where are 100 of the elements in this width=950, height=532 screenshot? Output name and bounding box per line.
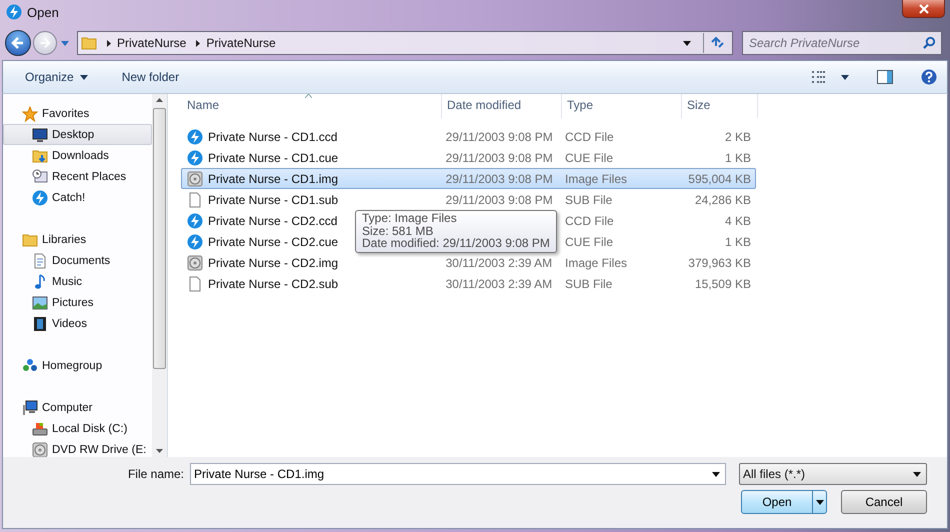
hard-disk-icon (32, 420, 48, 436)
file-type-dropdown[interactable]: All files (*.*) (739, 463, 927, 485)
file-type: Image Files (564, 256, 628, 270)
dropdown-arrow-icon[interactable] (712, 472, 720, 477)
dropdown-arrow-icon[interactable] (683, 40, 691, 46)
file-name-field[interactable]: Private Nurse - CD1.img (190, 463, 726, 485)
sidebar-item[interactable]: Libraries (3, 229, 152, 250)
address-bar[interactable]: PrivateNurse PrivateNurse (77, 31, 733, 55)
back-arrow-icon (10, 35, 26, 51)
sidebar-item[interactable]: Documents (3, 250, 152, 271)
lightning-icon (187, 128, 203, 144)
date-modified: 29/11/2003 9:08 PM (446, 192, 553, 206)
sidebar-item[interactable]: Computer (3, 397, 152, 418)
cancel-button[interactable]: Cancel (841, 490, 927, 514)
search-icon (923, 36, 936, 49)
file-name: Private Nurse - CD2.img (208, 256, 338, 270)
star-icon (22, 106, 38, 122)
help-icon[interactable] (921, 69, 937, 85)
file-type: SUB File (564, 276, 612, 290)
selected-file-row[interactable]: Private Nurse - CD1.img 29/11/2003 9:08 PM Image Files 595,004 KB (181, 168, 756, 189)
file-type: CCD File (564, 130, 614, 144)
window-title: Open (27, 4, 59, 20)
picture-icon (32, 294, 48, 310)
folder-icon (32, 148, 48, 164)
tooltip-line: Date modified: 29/11/2003 9:08 PM (362, 237, 550, 250)
breadcrumb-arrow-icon (107, 40, 111, 46)
sidebar-item[interactable]: Videos (3, 313, 152, 334)
document-icon (187, 276, 203, 292)
column-header[interactable]: Date modified (442, 94, 562, 118)
sidebar-item[interactable]: Music (3, 271, 152, 292)
file-size: 595,004 KB (688, 172, 751, 186)
breadcrumb[interactable]: PrivateNurse (206, 36, 276, 50)
file-size: 24,286 KB (694, 192, 751, 206)
file-type: SUB File (564, 192, 612, 206)
sidebar-item[interactable]: Pictures (3, 292, 152, 313)
caret-icon (80, 74, 88, 80)
file-type: CUE File (564, 150, 613, 164)
lightning-icon (187, 150, 203, 166)
disc-icon (187, 254, 203, 270)
lightning-icon (187, 234, 203, 250)
file-name: Private Nurse - CD2.ccd (208, 214, 338, 228)
close-button[interactable] (902, 0, 945, 18)
file-name: Private Nurse - CD1.cue (208, 150, 338, 164)
sidebar-item[interactable]: Homegroup (3, 355, 152, 376)
file-type: CCD File (564, 214, 614, 228)
sidebar-item[interactable]: Local Disk (C:) (3, 418, 152, 439)
sidebar-item[interactable]: Recent Places (3, 166, 152, 187)
back-button[interactable] (5, 30, 31, 56)
scrollbar[interactable] (152, 94, 167, 457)
monitor-icon (32, 126, 48, 142)
sidebar-item[interactable]: Downloads (3, 145, 152, 166)
file-name-label: File name: (128, 467, 184, 481)
dropdown-arrow-icon[interactable] (841, 74, 849, 80)
file-size: 4 KB (724, 214, 751, 228)
date-modified: 30/11/2003 2:39 AM (446, 256, 552, 270)
search-field[interactable]: Search PrivateNurse (742, 31, 942, 55)
folder-icon (22, 232, 38, 248)
scroll-down-arrow-icon[interactable] (156, 449, 163, 453)
sidebar-item[interactable]: DVD RW Drive (E: (3, 439, 152, 457)
music-note-icon (32, 274, 48, 290)
computer-icon (22, 400, 38, 416)
close-icon (918, 4, 928, 14)
lightning-icon (187, 212, 203, 228)
document-icon (187, 192, 203, 208)
date-modified: 29/11/2003 9:08 PM (446, 130, 553, 144)
scroll-up-arrow-icon[interactable] (156, 98, 163, 102)
file-size: 1 KB (724, 234, 751, 248)
file-name: Private Nurse - CD1.img (208, 172, 338, 186)
file-type: Image Files (564, 172, 628, 186)
tooltip-line: Size: 581 MB (362, 224, 434, 237)
film-icon (32, 316, 48, 332)
file-name: Private Nurse - CD1.ccd (208, 130, 338, 144)
file-name: Private Nurse - CD1.sub (208, 192, 338, 206)
column-header[interactable]: Type (562, 94, 682, 118)
open-button[interactable]: Open (741, 490, 827, 514)
view-list-icon[interactable] (811, 70, 827, 84)
disc-icon (187, 170, 203, 186)
caret-icon (816, 500, 824, 504)
new-folder-button[interactable]: New folder (116, 66, 186, 88)
file-size: 379,963 KB (688, 256, 751, 270)
column-header[interactable]: Size (682, 94, 758, 118)
date-modified: 30/11/2003 2:39 AM (446, 276, 552, 290)
organize-menu[interactable]: Organize (19, 66, 94, 88)
caret-icon (913, 472, 921, 476)
file-size: 1 KB (724, 150, 751, 164)
history-dropdown-icon[interactable] (61, 40, 69, 46)
file-size: 2 KB (724, 130, 751, 144)
preview-pane-icon[interactable] (877, 70, 893, 84)
column-header[interactable]: Name (182, 94, 442, 118)
sidebar-item[interactable]: Favorites (3, 103, 152, 124)
folder-icon (81, 35, 97, 51)
homegroup-icon (22, 358, 38, 374)
sidebar-item[interactable]: Desktop (3, 124, 152, 145)
lightning-icon (32, 190, 48, 206)
sidebar-item[interactable]: Catch! (3, 187, 152, 208)
breadcrumb[interactable]: PrivateNurse (117, 36, 186, 50)
file-size: 15,509 KB (694, 276, 751, 290)
breadcrumb-arrow-icon (196, 40, 200, 46)
forward-arrow-icon (38, 36, 52, 50)
document-icon (32, 252, 48, 268)
